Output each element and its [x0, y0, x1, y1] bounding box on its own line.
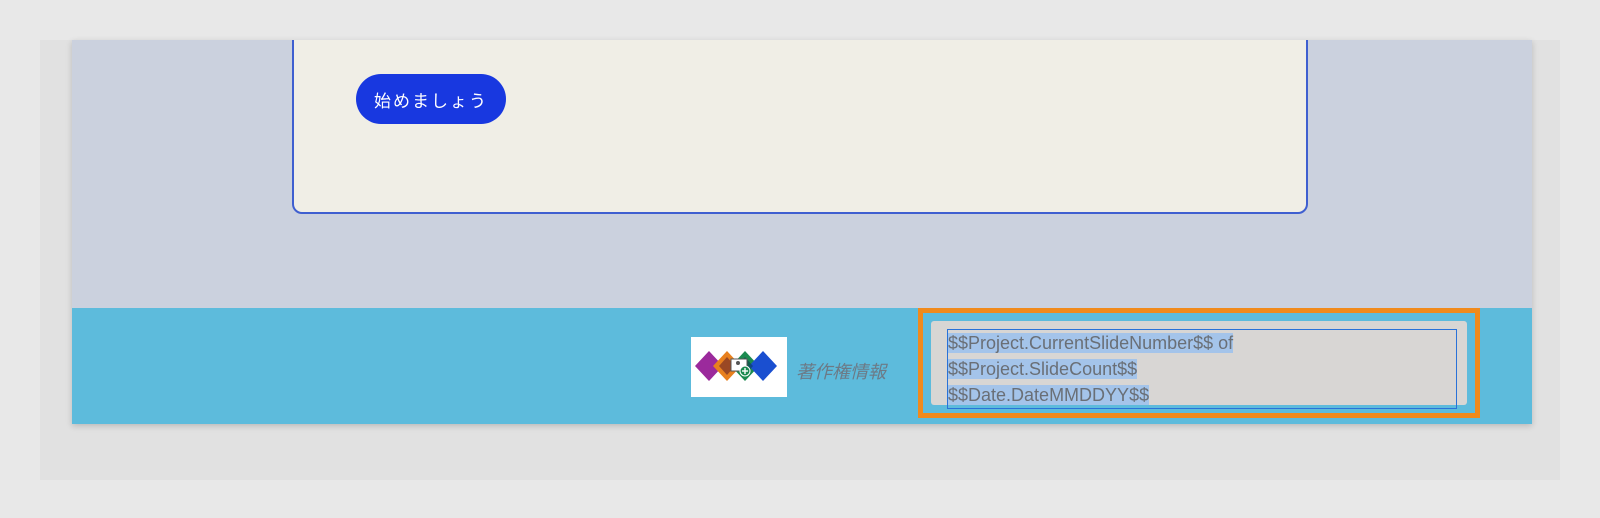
slide-footer: 著作権情報 $$Project.CurrentSlideNumber$$ of …: [72, 308, 1532, 424]
date-line: $$Date.DateMMDDYY$$: [948, 385, 1150, 405]
content-card: 始めましょう: [292, 40, 1308, 214]
logo-placeholder[interactable]: [691, 337, 787, 397]
placeholder-logo-icon: [695, 351, 777, 381]
footer-textbox-selection-frame[interactable]: $$Project.CurrentSlideNumber$$ of $$Proj…: [918, 308, 1480, 418]
slide[interactable]: 始めましょう 著作権情報 $$Project.CurrentSlideNumbe…: [72, 40, 1532, 424]
start-button[interactable]: 始めましょう: [356, 74, 506, 124]
copyright-label: 著作権情報: [796, 362, 886, 383]
slide-count-line: $$Project.SlideCount$$: [948, 359, 1138, 379]
footer-text-editor[interactable]: $$Project.CurrentSlideNumber$$ of $$Proj…: [947, 329, 1457, 409]
footer-textbox[interactable]: $$Project.CurrentSlideNumber$$ of $$Proj…: [931, 321, 1467, 409]
slide-number-line: $$Project.CurrentSlideNumber$$ of: [948, 333, 1234, 353]
